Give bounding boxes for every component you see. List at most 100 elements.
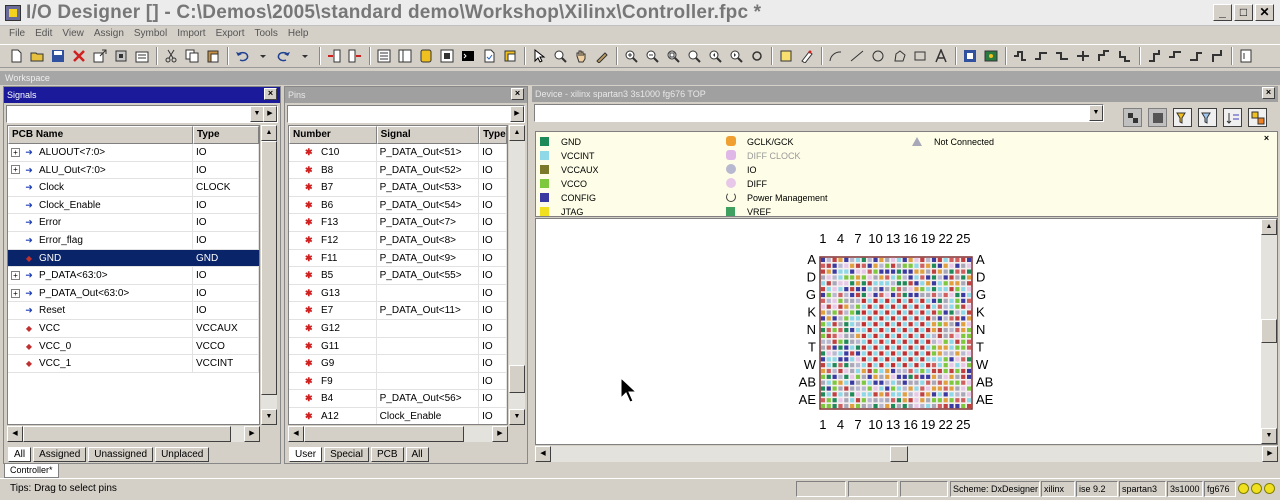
bga-pin[interactable]	[955, 327, 960, 333]
bga-pin[interactable]	[937, 333, 942, 339]
bga-pin[interactable]	[850, 316, 855, 321]
bga-pin[interactable]	[902, 310, 907, 315]
bga-pin[interactable]	[949, 374, 954, 379]
filter-icon[interactable]	[1173, 108, 1192, 127]
bga-pin[interactable]	[885, 357, 890, 362]
route-7-icon[interactable]	[1144, 47, 1163, 66]
bga-pin[interactable]	[943, 398, 948, 403]
bga-pin[interactable]	[820, 310, 826, 315]
bga-pin[interactable]	[914, 351, 919, 356]
bga-pin[interactable]	[832, 316, 837, 321]
symbol-icon[interactable]	[500, 47, 519, 66]
bga-pin[interactable]	[844, 398, 849, 403]
bga-pin[interactable]	[838, 287, 843, 292]
bga-pin[interactable]	[926, 339, 931, 344]
tab-all[interactable]: All	[405, 447, 429, 462]
bga-pin[interactable]	[896, 345, 902, 350]
device-canvas[interactable]: 1 1 4 4 7 7 10 10 13 13 16 16 19 19 22 22 25 25 A A D D G G K K N N…	[535, 218, 1278, 445]
bga-pin[interactable]	[832, 386, 837, 391]
bga-pin[interactable]	[879, 363, 884, 368]
bga-pin[interactable]	[861, 269, 866, 274]
bga-pin[interactable]	[873, 333, 878, 339]
bga-pin[interactable]	[879, 281, 884, 286]
bga-pin[interactable]	[908, 327, 913, 333]
tab-unassigned[interactable]: Unassigned	[88, 447, 154, 462]
bga-pin[interactable]	[896, 287, 902, 292]
bga-pin[interactable]	[832, 327, 837, 333]
bga-pin[interactable]	[908, 333, 913, 339]
bga-pin[interactable]	[832, 263, 837, 268]
bga-pin[interactable]	[937, 386, 942, 391]
bga-pin[interactable]	[931, 398, 937, 403]
bga-pin[interactable]	[826, 298, 831, 303]
signals-col-pcb-name[interactable]: PCB Name	[8, 126, 193, 144]
bga-pin[interactable]	[920, 380, 925, 385]
bga-pin[interactable]	[937, 357, 942, 362]
bga-pin[interactable]	[926, 374, 931, 379]
route-8-icon[interactable]	[1165, 47, 1184, 66]
bga-pin[interactable]	[844, 316, 849, 321]
bga-pin[interactable]	[844, 281, 849, 286]
bga-pin[interactable]	[966, 351, 972, 356]
bga-pin[interactable]	[931, 333, 937, 339]
bga-pin[interactable]	[908, 368, 913, 374]
bga-pin[interactable]	[896, 298, 902, 303]
bga-pin[interactable]	[961, 380, 966, 385]
bga-pin[interactable]	[966, 386, 972, 391]
bga-pin[interactable]	[931, 281, 937, 286]
bga-pin[interactable]	[826, 351, 831, 356]
bga-pin[interactable]	[920, 392, 925, 397]
bga-pin[interactable]	[902, 275, 907, 280]
device-hscrollbar[interactable]: ◀ ▶	[535, 446, 1278, 462]
bga-pin[interactable]	[885, 368, 890, 374]
bga-pin[interactable]	[961, 333, 966, 339]
bga-pin[interactable]	[820, 269, 826, 274]
bga-pin[interactable]	[908, 374, 913, 379]
bga-pin[interactable]	[867, 374, 872, 379]
bga-pin[interactable]	[832, 333, 837, 339]
bga-pin[interactable]	[855, 316, 861, 321]
bga-pin[interactable]	[826, 339, 831, 344]
table-row[interactable]: ✱ B6 P_DATA_Out<54> IO	[289, 196, 507, 215]
bga-pin[interactable]	[879, 316, 884, 321]
bga-pin[interactable]	[931, 269, 937, 274]
bga-pin[interactable]	[850, 357, 855, 362]
bga-pin[interactable]	[838, 368, 843, 374]
bga-pin[interactable]	[873, 316, 878, 321]
bga-pin[interactable]	[879, 322, 884, 327]
bga-pin[interactable]	[879, 380, 884, 385]
scroll-thumb[interactable]	[304, 426, 464, 442]
bga-pin[interactable]	[920, 357, 925, 362]
bga-pin[interactable]	[820, 403, 826, 409]
bga-pin[interactable]	[920, 386, 925, 391]
bga-pin[interactable]	[890, 281, 896, 286]
bga-pin[interactable]	[966, 281, 972, 286]
table-row[interactable]: ➜ Reset IO	[8, 302, 259, 320]
bga-pin[interactable]	[908, 304, 913, 309]
bga-pin[interactable]	[902, 281, 907, 286]
bga-pin[interactable]	[826, 363, 831, 368]
table-row[interactable]: + ➜ P_DATA_Out<63:0> IO	[8, 284, 259, 303]
bga-pin[interactable]	[908, 298, 913, 303]
bga-pin[interactable]	[955, 263, 960, 268]
bga-pin[interactable]	[838, 257, 843, 263]
bga-pin[interactable]	[937, 363, 942, 368]
bga-pin[interactable]	[867, 322, 872, 327]
bga-pin[interactable]	[826, 327, 831, 333]
bga-pin[interactable]	[937, 345, 942, 350]
bga-pin[interactable]	[966, 357, 972, 362]
bga-pin[interactable]	[943, 292, 948, 298]
bga-pin[interactable]	[902, 357, 907, 362]
bga-pin[interactable]	[961, 310, 966, 315]
bga-pin[interactable]	[885, 322, 890, 327]
bga-pin[interactable]	[890, 316, 896, 321]
bga-pin[interactable]	[896, 363, 902, 368]
bga-pin[interactable]	[820, 351, 826, 356]
bga-pin[interactable]	[949, 398, 954, 403]
pan-hand-icon[interactable]	[571, 47, 590, 66]
bga-pin[interactable]	[926, 281, 931, 286]
bga-pin[interactable]	[914, 357, 919, 362]
table-row[interactable]: ✱ G11 IO	[289, 337, 507, 356]
bga-pin[interactable]	[966, 368, 972, 374]
bga-pin[interactable]	[879, 357, 884, 362]
